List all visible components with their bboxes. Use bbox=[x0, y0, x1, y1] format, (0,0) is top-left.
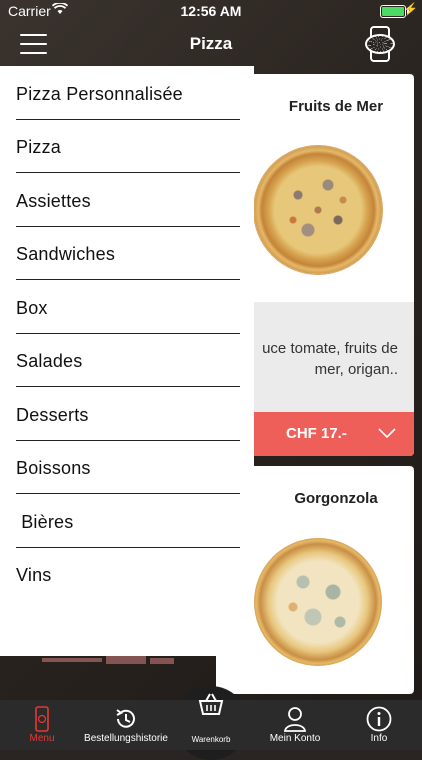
menu-item-label: Salades bbox=[16, 351, 83, 371]
product-name: Gorgonzola bbox=[294, 490, 378, 507]
menu-item-label: Desserts bbox=[16, 405, 89, 425]
menu-item-assiettes[interactable]: Assiettes bbox=[16, 173, 240, 227]
phone-pizza-icon[interactable] bbox=[365, 26, 395, 62]
menu-item-boissons[interactable]: Boissons bbox=[16, 440, 240, 494]
tab-info[interactable]: Info bbox=[356, 700, 402, 750]
menu-item-label: Box bbox=[16, 298, 48, 318]
tab-label: Warenkorb bbox=[191, 735, 231, 744]
pizza-image bbox=[254, 538, 382, 666]
status-bar: Carrier 12:56 AM ⚡ bbox=[0, 0, 422, 22]
tab-label: Bestellungshistorie bbox=[84, 733, 168, 744]
menu-item-vins[interactable]: Vins bbox=[16, 547, 240, 600]
charging-icon: ⚡ bbox=[403, 2, 418, 16]
tab-label: Mein Konto bbox=[269, 733, 321, 744]
faded-background-graphic bbox=[42, 655, 174, 671]
chevron-down-icon bbox=[378, 428, 396, 439]
menu-item-label: Assiettes bbox=[16, 191, 91, 211]
side-menu: Pizza Personnalisée Pizza Assiettes Sand… bbox=[0, 66, 254, 656]
page-title: Pizza bbox=[189, 34, 233, 53]
info-icon bbox=[366, 706, 392, 732]
menu-item-label: Bières bbox=[16, 512, 74, 532]
menu-item-salades[interactable]: Salades bbox=[16, 333, 240, 387]
phone-menu-icon bbox=[35, 706, 49, 732]
menu-item-label: Vins bbox=[16, 565, 52, 585]
tab-label: Info bbox=[370, 733, 388, 744]
menu-item-pizza-personnalisee[interactable]: Pizza Personnalisée bbox=[16, 66, 240, 120]
menu-item-sandwiches[interactable]: Sandwiches bbox=[16, 226, 240, 280]
tab-label: Menu bbox=[29, 733, 55, 744]
tab-my-account[interactable]: Mein Konto bbox=[262, 700, 328, 750]
menu-item-label: Pizza bbox=[16, 137, 62, 157]
tab-order-history[interactable]: Bestellungshistorie bbox=[82, 700, 170, 750]
menu-item-label: Sandwiches bbox=[16, 244, 116, 264]
history-icon bbox=[116, 709, 135, 728]
menu-item-bieres[interactable]: Bières bbox=[16, 494, 240, 548]
product-name: Fruits de Mer bbox=[288, 98, 384, 115]
clock: 12:56 AM bbox=[180, 3, 242, 19]
product-price: CHF 17.- bbox=[286, 425, 347, 442]
user-icon bbox=[283, 707, 307, 732]
tab-bar: Menu Bestellungshistorie Warenkorb Mein … bbox=[0, 693, 422, 750]
menu-item-box[interactable]: Box bbox=[16, 280, 240, 334]
menu-item-label: Boissons bbox=[16, 458, 91, 478]
basket-icon bbox=[198, 693, 224, 715]
menu-item-desserts[interactable]: Desserts bbox=[16, 387, 240, 441]
tab-cart[interactable]: Warenkorb bbox=[178, 693, 244, 750]
menu-item-pizza[interactable]: Pizza bbox=[16, 119, 240, 173]
nav-bar: Pizza bbox=[0, 22, 422, 66]
menu-item-label: Pizza Personnalisée bbox=[16, 84, 183, 104]
pizza-image bbox=[254, 146, 382, 274]
tab-menu[interactable]: Menu bbox=[12, 700, 72, 750]
